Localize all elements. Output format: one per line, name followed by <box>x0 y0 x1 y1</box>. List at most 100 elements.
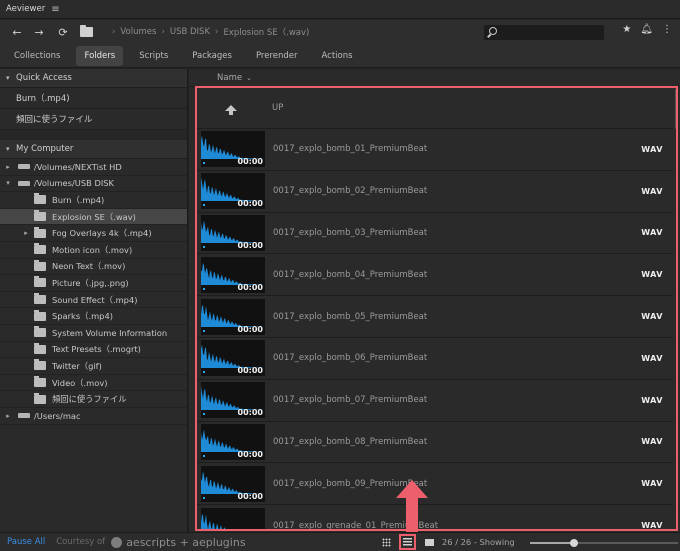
tab-folders[interactable]: Folders <box>76 45 124 66</box>
file-name: 0017_explo_bomb_02_PremiumBeat <box>273 186 428 197</box>
drive-icon <box>18 164 30 170</box>
chevron-down-icon: ▾ <box>6 74 10 82</box>
waveform-icon <box>201 513 233 531</box>
quick-access-item[interactable]: Burn（.mp4) <box>0 88 187 109</box>
grid-view-button[interactable] <box>379 535 393 549</box>
file-row[interactable]: 00:00 0017_explo_bomb_04_PremiumBeat WAV <box>197 254 673 297</box>
tree-item[interactable]: Neon Text（.mov) <box>0 259 187 276</box>
duration-label: 00:00 <box>237 157 263 167</box>
tree-item-label: /Volumes/USB DISK <box>34 178 114 189</box>
tab-packages[interactable]: Packages <box>184 46 240 66</box>
waveform-thumbnail: 00:00 <box>201 256 265 293</box>
tree-item[interactable]: Text Presets（.mogrt) <box>0 342 187 359</box>
zoom-slider-handle[interactable] <box>570 539 579 547</box>
tree-item[interactable]: ▸ /Users/mac <box>0 408 187 425</box>
tree-item-label: Sparks（.mp4) <box>52 311 113 322</box>
chevron-icon[interactable]: ▸ <box>4 163 12 171</box>
file-name: 0017_explo_bomb_05_PremiumBeat <box>273 311 428 322</box>
bell-icon[interactable]: 🔔︎ <box>640 24 653 35</box>
duration-label: 00:00 <box>237 366 263 376</box>
folder-icon <box>34 243 46 255</box>
navigation-bar: ← → ⟳ › Volumes › USB DISK › Explosion S… <box>0 20 680 44</box>
tree-item-label: Burn（.mp4) <box>52 194 105 205</box>
search-box[interactable] <box>484 25 604 40</box>
file-type-badge: WAV <box>641 437 663 447</box>
chevron-icon[interactable]: ▸ <box>22 229 30 237</box>
large-view-button[interactable] <box>422 535 436 549</box>
breadcrumb-item[interactable]: Volumes <box>120 27 156 37</box>
breadcrumb-item[interactable]: Explosion SE（.wav) <box>223 26 309 38</box>
tree-item[interactable]: ▸ /Volumes/NEXTist HD <box>0 159 187 176</box>
file-row[interactable]: 00:00 0017_explo_grenade_01_PremiumBeat WA… <box>197 505 673 531</box>
tree-item[interactable]: Sound Effect（.mp4) <box>0 292 187 309</box>
file-name: 0017_explo_bomb_03_PremiumBeat <box>273 227 428 238</box>
my-computer-header[interactable]: ▾ My Computer <box>0 140 187 159</box>
tree-item[interactable]: ▾ /Volumes/USB DISK <box>0 176 187 193</box>
tab-prerender[interactable]: Prerender <box>248 46 306 66</box>
tree-item[interactable]: System Volume Information <box>0 325 187 342</box>
search-input[interactable] <box>502 25 600 40</box>
pause-all-button[interactable]: Pause All <box>7 537 45 547</box>
tree-item[interactable]: 頻回に使うファイル <box>0 391 187 408</box>
file-row[interactable]: 00:00 0017_explo_bomb_08_PremiumBeat WAV <box>197 422 673 464</box>
more-vertical-icon[interactable]: ⋮ <box>662 24 672 35</box>
file-row[interactable]: 00:00 0017_explo_bomb_01_PremiumBeat WAV <box>197 129 673 171</box>
item-count: 26 / 26 - Showing <box>442 537 515 547</box>
tree-item-label: /Volumes/NEXTist HD <box>34 161 122 172</box>
tree-item[interactable]: Sparks（.mp4) <box>0 308 187 325</box>
back-arrow-icon[interactable]: ← <box>8 26 26 39</box>
file-name: 0017_explo_bomb_01_PremiumBeat <box>273 144 428 155</box>
scrollbar[interactable] <box>675 89 678 129</box>
file-type-badge: WAV <box>641 312 663 322</box>
chevron-icon[interactable]: ▾ <box>4 179 12 187</box>
forward-arrow-icon[interactable]: → <box>30 26 48 39</box>
list-view-button[interactable] <box>399 534 416 550</box>
duration-label: 00:00 <box>237 449 263 459</box>
refresh-icon[interactable]: ⟳ <box>54 26 72 39</box>
file-name: 0017_explo_bomb_08_PremiumBeat <box>273 436 428 447</box>
breadcrumb-item[interactable]: USB DISK <box>170 27 210 37</box>
chevron-icon[interactable]: ▸ <box>4 412 12 420</box>
folder-icon <box>34 392 46 404</box>
file-row[interactable]: 00:00 0017_explo_bomb_05_PremiumBeat WAV <box>197 296 673 338</box>
tree-item[interactable]: Motion icon（.mov) <box>0 242 187 259</box>
quick-access-item[interactable]: 頻回に使うファイル <box>0 109 187 130</box>
folder-icon <box>34 293 46 305</box>
zoom-slider[interactable] <box>530 539 678 547</box>
file-row[interactable]: 00:00 0017_explo_bomb_09_PremiumBeat WAV <box>197 463 673 506</box>
up-row[interactable]: UP <box>197 87 673 129</box>
tree-item[interactable]: Picture（.jpg,.png) <box>0 275 187 292</box>
tree-item-label: Fog Overlays 4k（.mp4) <box>52 228 152 239</box>
file-row[interactable]: 00:00 0017_explo_bomb_07_PremiumBeat WAV <box>197 380 673 422</box>
list-icon <box>403 537 412 547</box>
tree-item-label: Explosion SE（.wav) <box>52 211 136 222</box>
file-row[interactable]: 00:00 0017_explo_bomb_06_PremiumBeat WAV <box>197 338 673 380</box>
file-type-badge: WAV <box>641 144 663 154</box>
folder-icon[interactable] <box>80 25 93 37</box>
grid-icon <box>381 537 391 547</box>
tab-actions[interactable]: Actions <box>314 46 361 66</box>
tree-item-label: 頻回に使うファイル <box>52 394 127 405</box>
tab-collections[interactable]: Collections <box>6 46 68 66</box>
star-icon[interactable]: ★ <box>622 24 631 35</box>
name-column-header[interactable]: Name ⌄ <box>189 69 680 87</box>
brand-logo[interactable]: aescripts + aeplugins <box>111 536 246 549</box>
duration-label: 00:00 <box>237 491 263 501</box>
tree-item[interactable]: ▸ Fog Overlays 4k（.mp4) <box>0 225 187 242</box>
waveform-thumbnail: 00:00 <box>201 423 265 460</box>
tree-item-label: Neon Text（.mov) <box>52 261 126 272</box>
file-type-badge: WAV <box>641 395 663 405</box>
quick-access-header[interactable]: ▾ Quick Access <box>0 69 187 88</box>
aescripts-logo-icon <box>111 536 123 548</box>
file-row[interactable]: 00:00 0017_explo_bomb_03_PremiumBeat WAV <box>197 213 673 255</box>
tab-scripts[interactable]: Scripts <box>131 46 176 66</box>
file-row[interactable]: 00:00 0017_explo_bomb_02_PremiumBeat WAV <box>197 171 673 213</box>
tree-item[interactable]: Video（.mov) <box>0 375 187 392</box>
file-type-badge: WAV <box>641 270 663 280</box>
hamburger-menu-icon[interactable]: ≡ <box>51 4 59 15</box>
tree-item[interactable]: Explosion SE（.wav) <box>0 208 187 226</box>
tree-item[interactable]: Burn（.mp4) <box>0 192 187 209</box>
folder-icon <box>34 342 46 354</box>
tree-item[interactable]: Twitter（gif) <box>0 358 187 375</box>
file-type-badge: WAV <box>641 353 663 363</box>
